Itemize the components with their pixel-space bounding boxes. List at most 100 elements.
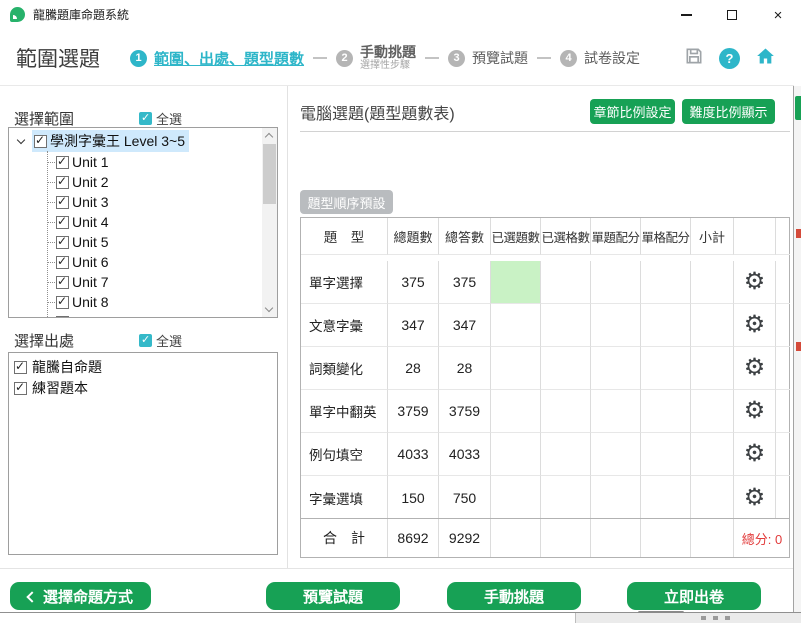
selected-questions-input[interactable] (491, 261, 541, 304)
end-cell (776, 433, 790, 476)
tree-item-unit7[interactable]: Unit 7 (9, 272, 109, 292)
step-3-label[interactable]: 預覽試題 (472, 48, 528, 68)
step-4-label[interactable]: 試卷設定 (584, 48, 640, 68)
gear-icon[interactable] (734, 261, 775, 303)
source-item-2[interactable]: 練習題本 (9, 378, 88, 398)
selected-cells-input[interactable] (541, 304, 591, 347)
score-per-question-input[interactable] (591, 476, 641, 519)
col-header-subtotal: 小計 (691, 218, 734, 255)
settings-cell[interactable] (734, 433, 776, 476)
home-icon[interactable] (755, 46, 776, 71)
selected-cells-input[interactable] (541, 261, 591, 304)
minimize-button[interactable] (667, 0, 705, 30)
chapter-ratio-button[interactable]: 章節比例設定 (590, 99, 675, 124)
order-preset-button[interactable]: 題型順序預設 (300, 190, 393, 214)
difficulty-ratio-button[interactable]: 難度比例顯示 (682, 99, 775, 124)
close-button[interactable]: × (759, 0, 797, 30)
tree-root-checkbox[interactable] (34, 135, 47, 148)
scroll-down-icon[interactable] (265, 304, 273, 312)
back-to-method-button[interactable]: 選擇命題方式 (10, 582, 151, 610)
source1-checkbox[interactable] (14, 361, 27, 374)
step-3-circle[interactable]: 3 (448, 50, 465, 67)
step-2-circle[interactable]: 2 (336, 50, 353, 67)
tree-root-selected[interactable]: 學測字彙王 Level 3~5 (32, 130, 189, 152)
summary-empty (591, 519, 641, 557)
score-per-cell-input[interactable] (641, 433, 691, 476)
unit8-checkbox[interactable] (56, 296, 69, 309)
back-button-label: 選擇命題方式 (43, 586, 133, 607)
range-select-all-checkbox[interactable] (139, 112, 152, 125)
settings-cell[interactable] (734, 476, 776, 519)
score-per-cell-input[interactable] (641, 261, 691, 304)
gear-icon[interactable] (734, 433, 775, 475)
selected-cells-input[interactable] (541, 390, 591, 433)
end-cell (776, 261, 790, 304)
unit1-checkbox[interactable] (56, 156, 69, 169)
selected-questions-input[interactable] (491, 476, 541, 519)
score-per-question-input[interactable] (591, 390, 641, 433)
gear-icon[interactable] (734, 304, 775, 346)
tree-item-unit3[interactable]: Unit 3 (9, 192, 109, 212)
unit3-checkbox[interactable] (56, 196, 69, 209)
score-per-question-input[interactable] (591, 304, 641, 347)
settings-cell[interactable] (734, 261, 776, 304)
tree-item-unit6[interactable]: Unit 6 (9, 252, 109, 272)
unit4-checkbox[interactable] (56, 216, 69, 229)
gear-icon[interactable] (734, 390, 775, 432)
selected-questions-input[interactable] (491, 304, 541, 347)
settings-cell[interactable] (734, 390, 776, 433)
selected-questions-input[interactable] (491, 390, 541, 433)
range-select-all[interactable]: 全選 (139, 109, 182, 128)
help-icon[interactable] (719, 48, 740, 69)
source-select-all[interactable]: 全選 (139, 331, 182, 350)
tree-root-label: 學測字彙王 Level 3~5 (50, 131, 185, 151)
step-1-circle[interactable]: 1 (130, 50, 147, 67)
gear-icon[interactable] (734, 476, 775, 519)
selected-cells-input[interactable] (541, 433, 591, 476)
settings-cell[interactable] (734, 347, 776, 390)
unit7-checkbox[interactable] (56, 276, 69, 289)
unit2-checkbox[interactable] (56, 176, 69, 189)
unit5-checkbox[interactable] (56, 236, 69, 249)
score-per-question-input[interactable] (591, 347, 641, 390)
settings-cell[interactable] (734, 304, 776, 347)
tree-scrollbar[interactable] (262, 128, 277, 317)
selected-cells-input[interactable] (541, 476, 591, 519)
summary-empty (641, 519, 691, 557)
tree-item-unit8[interactable]: Unit 8 (9, 292, 109, 312)
generate-paper-button[interactable]: 立即出卷 (627, 582, 761, 610)
unit6-checkbox[interactable] (56, 256, 69, 269)
selected-questions-input[interactable] (491, 433, 541, 476)
source2-checkbox[interactable] (14, 382, 27, 395)
score-per-cell-input[interactable] (641, 347, 691, 390)
maximize-button[interactable] (713, 0, 751, 30)
preview-questions-button[interactable]: 預覽試題 (266, 582, 400, 610)
manual-pick-button[interactable]: 手動挑題 (447, 582, 581, 610)
tree-item-unit1[interactable]: Unit 1 (9, 152, 109, 172)
score-per-question-input[interactable] (591, 433, 641, 476)
score-per-cell-input[interactable] (641, 390, 691, 433)
chevron-down-icon[interactable] (17, 135, 25, 143)
tree-item-unit2[interactable]: Unit 2 (9, 172, 109, 192)
score-per-question-input[interactable] (591, 261, 641, 304)
score-per-cell-input[interactable] (641, 476, 691, 519)
gear-icon[interactable] (734, 347, 775, 389)
save-icon[interactable] (684, 46, 704, 71)
step-4-circle[interactable]: 4 (560, 50, 577, 67)
source-item-1[interactable]: 龍騰自命題 (9, 357, 102, 377)
tree-item-unit4[interactable]: Unit 4 (9, 212, 109, 232)
scroll-up-icon[interactable] (265, 133, 273, 141)
tree-root-row[interactable]: 學測字彙王 Level 3~5 (9, 131, 189, 151)
tree-item-unit9[interactable]: Unit 9 (9, 312, 109, 318)
scrollbar-thumb[interactable] (263, 144, 276, 204)
source-select-all-checkbox[interactable] (139, 334, 152, 347)
tree-item-unit5[interactable]: Unit 5 (9, 232, 109, 252)
step-1-label[interactable]: 範圍、出處、題型題數 (154, 48, 304, 69)
score-per-cell-input[interactable] (641, 304, 691, 347)
row-total-answers: 3759 (439, 390, 491, 433)
step-2[interactable]: 手動挑題 選擇性步驟 (360, 44, 416, 72)
step-dash (537, 57, 551, 59)
selected-cells-input[interactable] (541, 347, 591, 390)
selected-questions-input[interactable] (491, 347, 541, 390)
unit9-checkbox[interactable] (56, 316, 69, 319)
